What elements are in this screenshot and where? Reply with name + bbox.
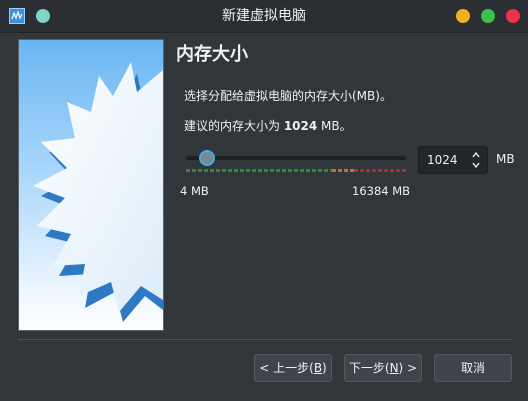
slider-handle[interactable] xyxy=(198,150,215,166)
wizard-banner-image xyxy=(18,39,164,331)
slider-scale-danger xyxy=(354,169,406,172)
minimize-button[interactable] xyxy=(456,9,470,23)
slider-max-label: 16384 MB xyxy=(352,184,411,198)
slider-scale-warning xyxy=(332,169,354,172)
memory-unit: MB xyxy=(496,152,515,166)
next-label: 下一步( xyxy=(348,361,390,375)
memory-slider[interactable] xyxy=(182,148,406,174)
slider-min-label: 4 MB xyxy=(180,184,209,198)
slider-track[interactable] xyxy=(186,156,406,160)
cancel-button[interactable]: 取消 xyxy=(434,354,512,382)
memory-description: 选择分配给虚拟电脑的内存大小(MB)。 xyxy=(184,89,392,103)
recommended-value: 1024 xyxy=(283,119,318,133)
close-button[interactable] xyxy=(506,9,520,23)
title-bar: 新建虚拟电脑 xyxy=(0,0,528,33)
maximize-button[interactable] xyxy=(481,9,495,23)
back-button[interactable]: < 上一步(B) xyxy=(254,354,332,382)
chevron-down-icon[interactable] xyxy=(471,160,481,170)
next-button[interactable]: 下一步(N) > xyxy=(344,354,422,382)
memory-spinbox[interactable]: 1024 xyxy=(418,146,488,174)
page-title: 内存大小 xyxy=(176,44,248,65)
back-label: < 上一步( xyxy=(259,361,314,375)
chevron-up-icon[interactable] xyxy=(471,150,481,160)
footer-divider xyxy=(18,339,512,340)
back-shortcut: B xyxy=(313,361,323,375)
next-label-end: ) > xyxy=(398,361,418,375)
recommended-suffix: MB。 xyxy=(317,119,352,133)
next-shortcut: N xyxy=(389,361,399,375)
memory-value[interactable]: 1024 xyxy=(427,153,458,167)
back-label-end: ) xyxy=(322,361,327,375)
recommended-memory-text: 建议的内存大小为 1024 MB。 xyxy=(184,117,352,134)
window-title: 新建虚拟电脑 xyxy=(222,8,306,24)
slider-scale-safe xyxy=(186,169,332,172)
recommended-prefix: 建议的内存大小为 xyxy=(184,119,284,133)
starburst-illustration xyxy=(33,62,163,322)
